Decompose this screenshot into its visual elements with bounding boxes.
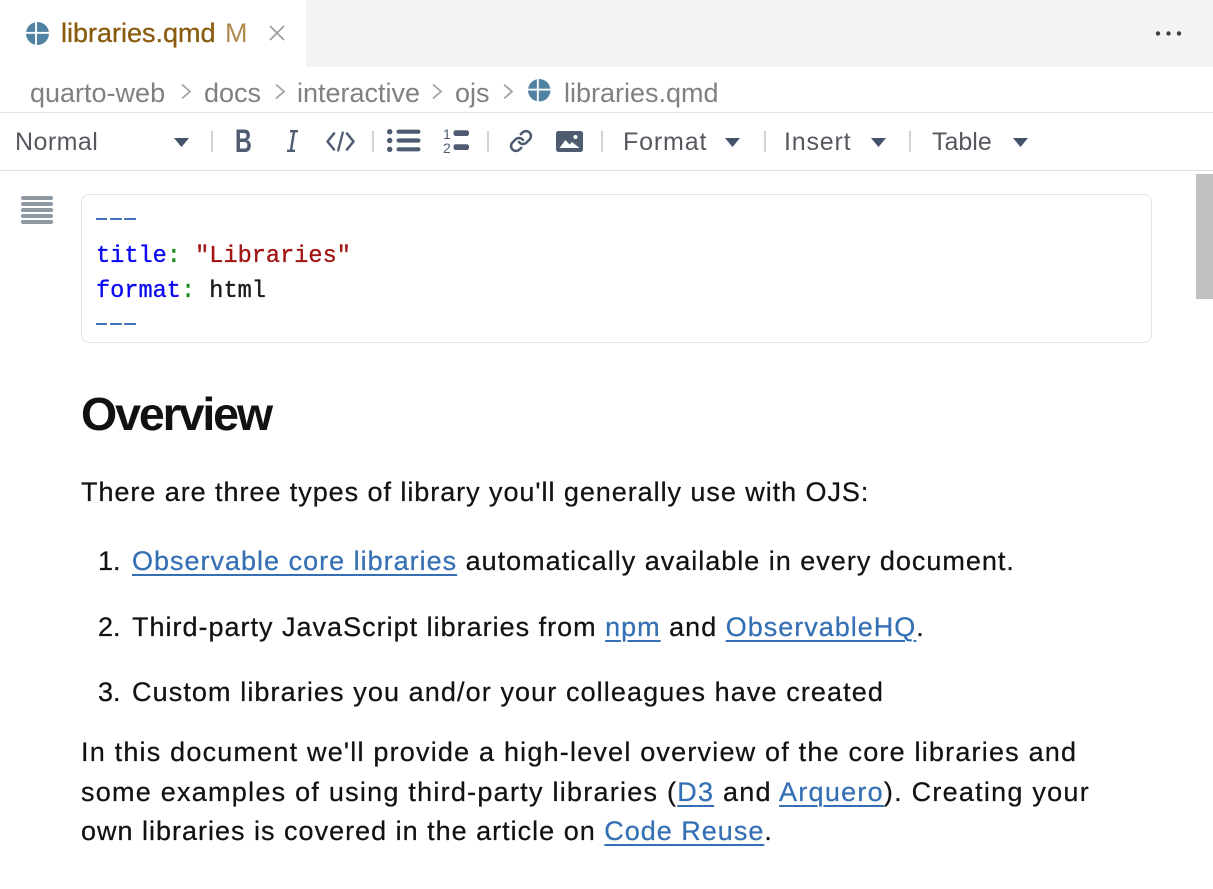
svg-text:2: 2 [443,140,451,154]
